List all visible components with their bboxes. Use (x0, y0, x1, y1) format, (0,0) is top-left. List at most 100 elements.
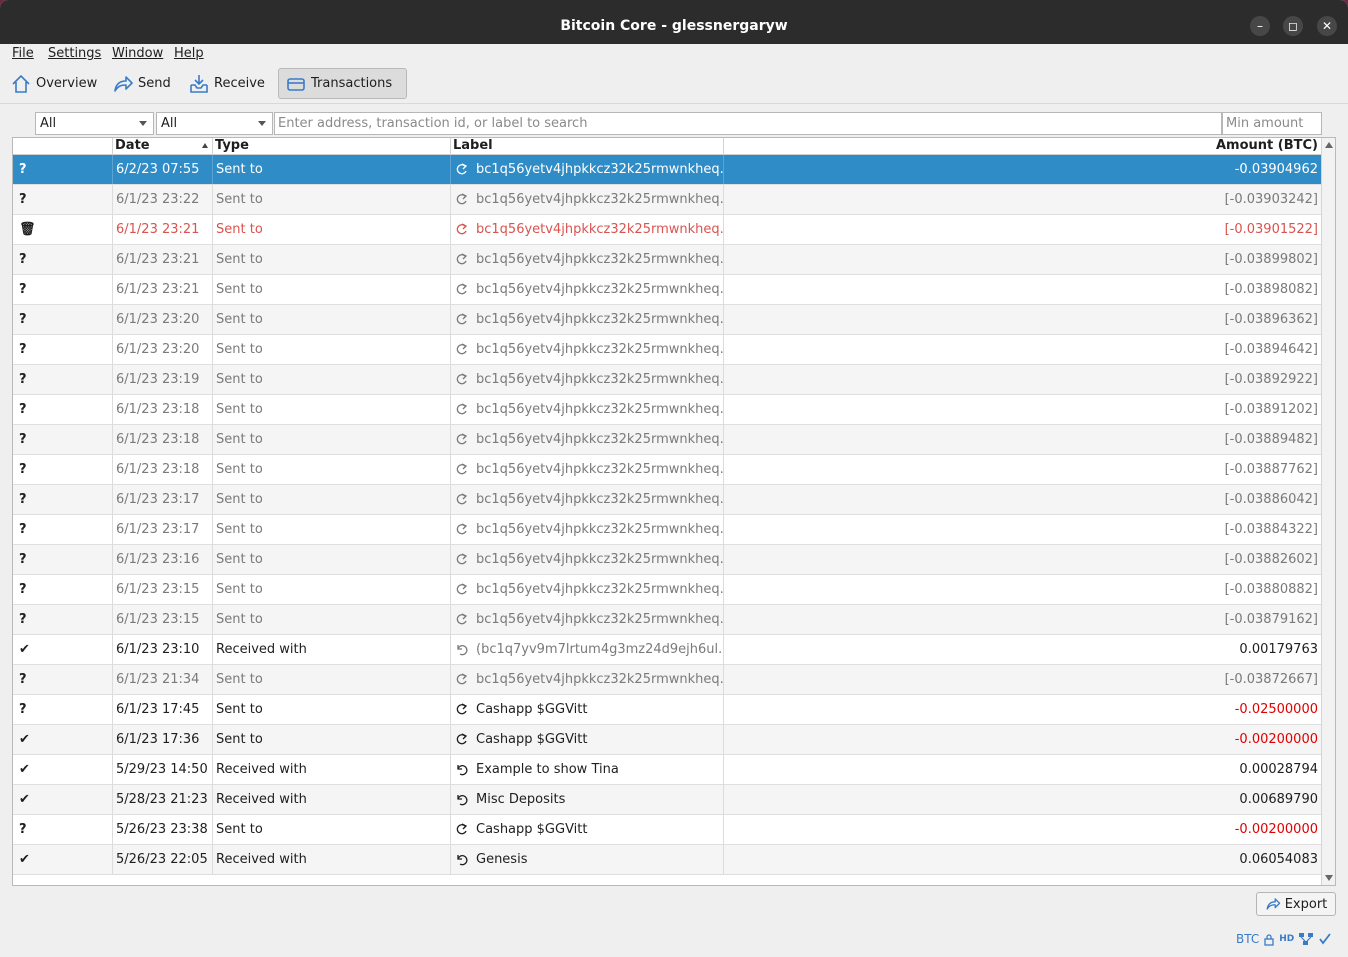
tab-overview[interactable]: Overview (10, 68, 97, 99)
receive-inbox-icon (190, 74, 208, 93)
tab-transactions[interactable]: Transactions (278, 68, 408, 99)
amount-cell: -0.02500000 (1234, 702, 1318, 717)
label-cell: Misc Deposits (451, 785, 724, 814)
date-cell: 6/1/23 23:17 (113, 485, 213, 514)
menu-help[interactable]: Help (174, 46, 204, 61)
table-row[interactable]: 🗑 6/1/23 23:21 Sent to bc1q56yetv4jhpkkcz32… (13, 215, 1321, 245)
table-header: Date Type Label Amount (BTC) (13, 138, 1321, 155)
table-row[interactable]: ? 6/1/23 23:21 Sent to bc1q56yetv4jhpkkcz32… (13, 245, 1321, 275)
table-row[interactable]: ? 6/1/23 23:17 Sent to bc1q56yetv4jhpkkcz32… (13, 485, 1321, 515)
maximize-button[interactable]: ◻ (1283, 16, 1303, 36)
table-row[interactable]: ? 6/1/23 23:17 Sent to bc1q56yetv4jhpkkcz32… (13, 515, 1321, 545)
type-cell: Sent to (213, 605, 451, 634)
column-date-label: Date (115, 138, 150, 153)
amount-cell: [-0.03889482] (1224, 432, 1318, 447)
menu-file[interactable]: File (12, 46, 34, 61)
vertical-scrollbar[interactable] (1321, 138, 1335, 885)
min-amount-input[interactable] (1222, 112, 1322, 135)
type-cell: Sent to (213, 155, 451, 184)
date-cell: 6/1/23 23:20 (113, 305, 213, 334)
status-glyph: ? (19, 822, 27, 837)
unit-selector[interactable]: BTC (1236, 932, 1259, 946)
label-cell: bc1q56yetv4jhpkkcz32k25rmwnkheq... (451, 665, 724, 694)
menu-settings[interactable]: Settings (48, 46, 101, 61)
label-text: bc1q56yetv4jhpkkcz32k25rmwnkheq... (476, 312, 724, 327)
label-text: bc1q56yetv4jhpkkcz32k25rmwnkheq... (476, 402, 724, 417)
amount-cell: [-0.03882602] (1224, 552, 1318, 567)
column-amount[interactable]: Amount (BTC) (724, 138, 1321, 155)
type-cell: Sent to (213, 815, 451, 844)
table-row[interactable]: ? 6/1/23 21:34 Sent to bc1q56yetv4jhpkkcz32… (13, 665, 1321, 695)
table-row[interactable]: ? 6/1/23 23:15 Sent to bc1q56yetv4jhpkkcz32… (13, 575, 1321, 605)
type-cell: Sent to (213, 515, 451, 544)
status-glyph: ? (19, 522, 27, 537)
table-row[interactable]: ? 6/1/23 23:19 Sent to bc1q56yetv4jhpkkcz32… (13, 365, 1321, 395)
label-text: bc1q56yetv4jhpkkcz32k25rmwnkheq... (476, 522, 724, 537)
label-text: bc1q56yetv4jhpkkcz32k25rmwnkheq... (476, 582, 724, 597)
date-cell: 6/1/23 23:10 (113, 635, 213, 664)
label-text: bc1q56yetv4jhpkkcz32k25rmwnkheq... (476, 672, 724, 687)
date-cell: 6/1/23 23:21 (113, 245, 213, 274)
toolbar: Overview Send Receive Transactions (0, 64, 1348, 104)
table-row[interactable]: ? 6/1/23 23:18 Sent to bc1q56yetv4jhpkkcz32… (13, 395, 1321, 425)
table-row[interactable]: ? 6/1/23 23:15 Sent to bc1q56yetv4jhpkkcz32… (13, 605, 1321, 635)
table-row[interactable]: ? 6/1/23 23:18 Sent to bc1q56yetv4jhpkkcz32… (13, 455, 1321, 485)
export-label: Export (1284, 896, 1328, 912)
tab-send[interactable]: Send (112, 68, 171, 99)
table-row[interactable]: ? 6/1/23 23:20 Sent to bc1q56yetv4jhpkkcz32… (13, 335, 1321, 365)
table-row[interactable]: ? 5/26/23 23:38 Sent to Cashapp $GGVitt -0.0… (13, 815, 1321, 845)
type-filter-select[interactable]: All (156, 112, 273, 135)
amount-cell: [-0.03880882] (1224, 582, 1318, 597)
tab-receive[interactable]: Receive (188, 68, 265, 99)
table-row[interactable]: ? 6/1/23 23:21 Sent to bc1q56yetv4jhpkkcz32… (13, 275, 1321, 305)
outgoing-arrow-icon (456, 253, 468, 265)
column-date[interactable]: Date (113, 138, 213, 155)
column-status[interactable] (13, 138, 113, 155)
table-row[interactable]: ? 6/1/23 23:20 Sent to bc1q56yetv4jhpkkcz32… (13, 305, 1321, 335)
label-cell: bc1q56yetv4jhpkkcz32k25rmwnkheq... (451, 365, 724, 394)
label-cell: bc1q56yetv4jhpkkcz32k25rmwnkheq... (451, 335, 724, 364)
scroll-up-arrow-icon[interactable] (1325, 142, 1333, 148)
close-button[interactable]: ✕ (1317, 16, 1337, 36)
unconfirmed-icon: ? (13, 395, 113, 424)
unconfirmed-icon: ? (13, 365, 113, 394)
label-text: Cashapp $GGVitt (476, 732, 588, 747)
table-row[interactable]: ✔ 5/29/23 14:50 Received with Example to sh… (13, 755, 1321, 785)
type-cell: Sent to (213, 275, 451, 304)
date-filter-select[interactable]: All (35, 112, 154, 135)
table-row[interactable]: ✔ 5/28/23 21:23 Received with Misc Deposits… (13, 785, 1321, 815)
search-input[interactable] (274, 112, 1222, 135)
column-label[interactable]: Label (451, 138, 724, 155)
table-row[interactable]: ✔ 5/26/23 22:05 Received with Genesis 0.0605… (13, 845, 1321, 875)
date-cell: 6/1/23 21:34 (113, 665, 213, 694)
unconfirmed-icon: ? (13, 575, 113, 604)
label-text: bc1q56yetv4jhpkkcz32k25rmwnkheq... (476, 612, 724, 627)
table-row[interactable]: ? 6/1/23 23:18 Sent to bc1q56yetv4jhpkkcz32… (13, 425, 1321, 455)
type-cell: Sent to (213, 485, 451, 514)
table-row[interactable]: ? 6/1/23 23:16 Sent to bc1q56yetv4jhpkkcz32… (13, 545, 1321, 575)
minimize-button[interactable]: – (1250, 16, 1270, 36)
table-row[interactable]: ✔ 6/1/23 23:10 Received with (bc1q7yv9m7lrt… (13, 635, 1321, 665)
amount-cell: [-0.03886042] (1224, 492, 1318, 507)
export-button[interactable]: Export (1256, 892, 1336, 916)
home-icon (12, 74, 30, 93)
label-cell: bc1q56yetv4jhpkkcz32k25rmwnkheq... (451, 575, 724, 604)
menu-file-label: File (12, 46, 34, 61)
type-cell: Sent to (213, 395, 451, 424)
menu-window[interactable]: Window (112, 46, 163, 61)
date-cell: 6/1/23 23:15 (113, 575, 213, 604)
label-text: bc1q56yetv4jhpkkcz32k25rmwnkheq... (476, 222, 724, 237)
label-cell: bc1q56yetv4jhpkkcz32k25rmwnkheq... (451, 425, 724, 454)
table-row[interactable]: ✔ 6/1/23 17:36 Sent to Cashapp $GGVitt -0.00… (13, 725, 1321, 755)
label-text: Cashapp $GGVitt (476, 822, 588, 837)
table-row[interactable]: ? 6/1/23 17:45 Sent to Cashapp $GGVitt -0.02… (13, 695, 1321, 725)
column-type[interactable]: Type (213, 138, 451, 155)
table-row[interactable]: ? 6/2/23 07:55 Sent to bc1q56yetv4jhpkkcz32… (13, 155, 1321, 185)
outgoing-arrow-icon (456, 673, 468, 685)
date-cell: 6/1/23 23:18 (113, 395, 213, 424)
amount-cell: [-0.03884322] (1224, 522, 1318, 537)
status-bar: BTC HD (1236, 930, 1332, 948)
table-row[interactable]: ? 6/1/23 23:22 Sent to bc1q56yetv4jhpkkcz32… (13, 185, 1321, 215)
scroll-down-arrow-icon[interactable] (1325, 875, 1333, 881)
hd-wallet-badge: HD (1279, 934, 1295, 944)
